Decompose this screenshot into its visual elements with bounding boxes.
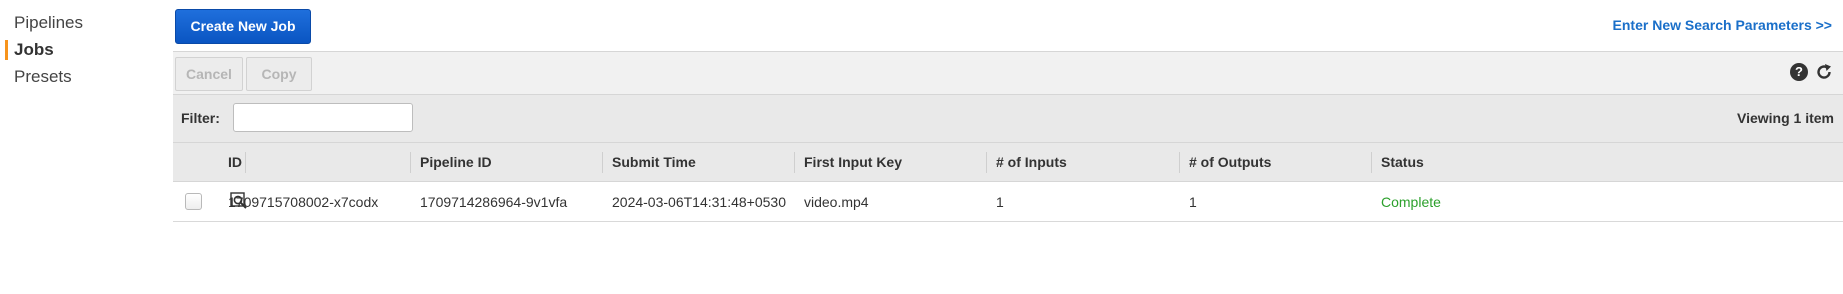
enter-new-search-parameters-link[interactable]: Enter New Search Parameters >> — [1613, 17, 1832, 33]
sidebar-item-pipelines[interactable]: Pipelines — [14, 13, 83, 33]
sidebar-item-presets[interactable]: Presets — [14, 67, 72, 87]
filter-input[interactable] — [233, 103, 413, 132]
cell-job-id: 1709715708002-x7codx — [228, 194, 379, 210]
refresh-icon[interactable] — [1814, 62, 1834, 82]
row-select-checkbox[interactable] — [185, 193, 202, 210]
table-row[interactable]: 1709715708002-x7codx 1709714286964-9v1vf… — [173, 182, 1843, 222]
filter-bar: Filter: Viewing 1 item — [173, 95, 1843, 143]
sidebar: Pipelines Jobs Presets — [0, 0, 160, 294]
column-header-pipeline-id[interactable]: Pipeline ID — [410, 143, 603, 182]
cancel-button[interactable]: Cancel — [175, 57, 243, 91]
column-header-num-outputs[interactable]: # of Outputs — [1179, 143, 1372, 182]
cell-pipeline-id: 1709714286964-9v1vfa — [420, 194, 568, 210]
viewing-count: Viewing 1 item — [1737, 110, 1834, 126]
column-header-num-inputs[interactable]: # of Inputs — [986, 143, 1179, 182]
column-header-id[interactable]: ID — [218, 143, 411, 182]
filter-label: Filter: — [181, 110, 220, 126]
column-header-first-input-key[interactable]: First Input Key — [794, 143, 987, 182]
cell-num-inputs: 1 — [996, 194, 1004, 210]
cell-first-input-key: video.mp4 — [804, 194, 869, 210]
create-new-job-button[interactable]: Create New Job — [175, 9, 311, 44]
sidebar-item-jobs[interactable]: Jobs — [14, 40, 54, 60]
cell-submit-time: 2024-03-06T14:31:48+0530 — [612, 194, 786, 210]
copy-button[interactable]: Copy — [246, 57, 312, 91]
column-header-status[interactable]: Status — [1371, 143, 1571, 182]
help-icon[interactable]: ? — [1790, 63, 1808, 81]
table-header: ID Pipeline ID Submit Time First Input K… — [173, 143, 1843, 182]
status-badge: Complete — [1381, 194, 1441, 210]
cell-num-outputs: 1 — [1189, 194, 1197, 210]
main-panel: Create New Job Enter New Search Paramete… — [173, 0, 1843, 294]
active-nav-indicator — [5, 40, 8, 60]
column-header-submit-time[interactable]: Submit Time — [602, 143, 795, 182]
toolbar: Cancel Copy ? — [173, 51, 1843, 95]
